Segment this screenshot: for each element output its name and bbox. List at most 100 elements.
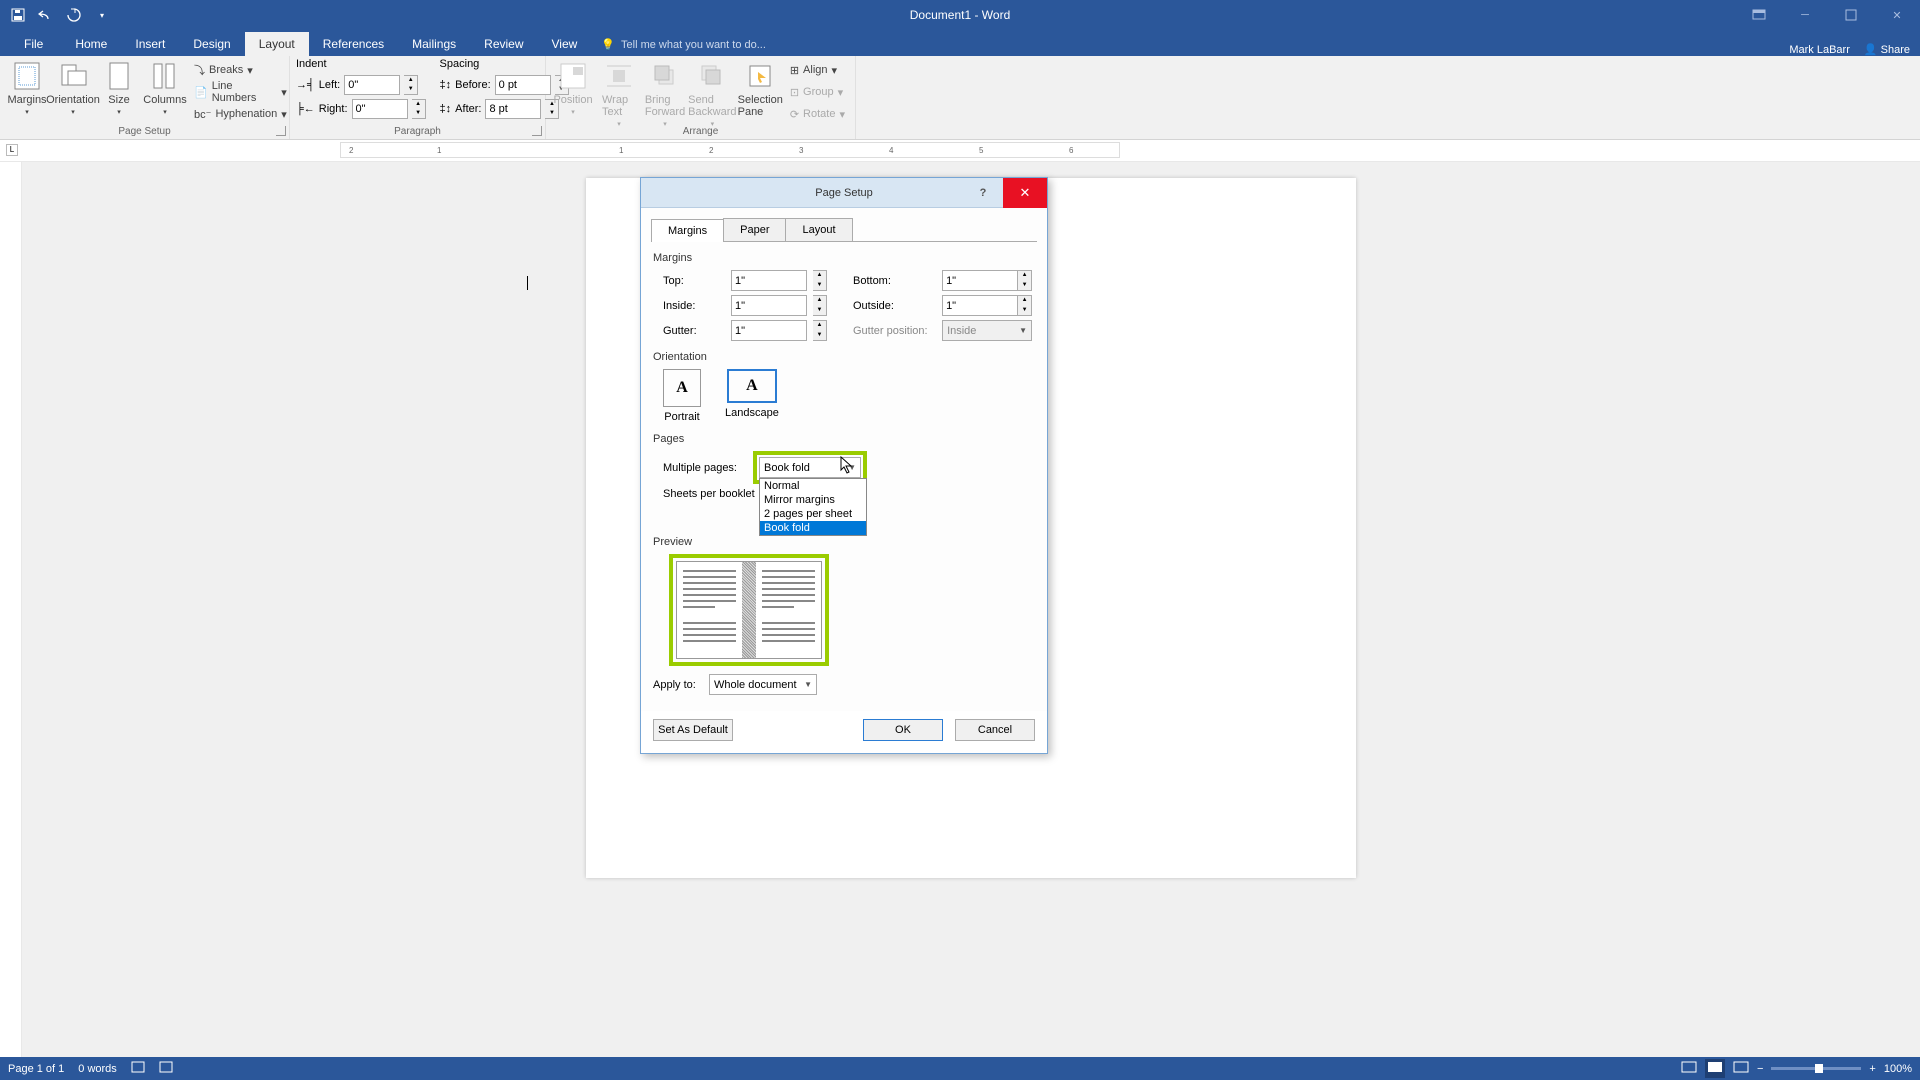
wrap-text-button: Wrap Text▾ (598, 58, 640, 130)
ruler-corner[interactable]: L (6, 144, 18, 156)
zoom-in-icon[interactable]: + (1869, 1063, 1875, 1075)
position-button: Position▾ (552, 58, 594, 118)
selection-pane-label: Selection Pane (738, 94, 783, 118)
dropdown-option-normal[interactable]: Normal (760, 479, 866, 493)
ruler-area: L 2 1 1 2 3 4 5 6 (0, 140, 1920, 162)
spacing-after-input[interactable] (485, 99, 541, 119)
spinner[interactable]: ▲▼ (404, 75, 418, 95)
size-button[interactable]: Size▾ (98, 58, 140, 118)
margin-top-label: Top: (663, 275, 725, 287)
read-mode-icon[interactable] (1681, 1061, 1697, 1076)
margin-gutter-input[interactable] (731, 320, 807, 341)
tab-design[interactable]: Design (179, 32, 244, 56)
selection-pane-button[interactable]: Selection Pane (739, 58, 782, 120)
margin-bottom-label: Bottom: (853, 275, 939, 287)
page-count[interactable]: Page 1 of 1 (8, 1063, 64, 1075)
multiple-pages-combo[interactable]: Book fold▼ (759, 457, 861, 478)
orientation-landscape[interactable]: ALandscape (725, 369, 779, 423)
qat-customize-icon[interactable]: ▾ (92, 5, 112, 25)
bring-forward-button: Bring Forward▾ (644, 58, 686, 130)
dialog-help-icon[interactable]: ? (963, 187, 1003, 199)
dialog-close-icon[interactable]: ✕ (1003, 178, 1047, 208)
cancel-button[interactable]: Cancel (955, 719, 1035, 741)
set-as-default-button[interactable]: Set As Default (653, 719, 733, 741)
indent-left-field[interactable]: →╡Left:▲▼ (296, 74, 426, 96)
columns-button[interactable]: Columns▾ (144, 58, 186, 118)
zoom-slider[interactable] (1771, 1067, 1861, 1070)
align-button[interactable]: ⊞Align ▾ (786, 60, 849, 80)
tab-insert[interactable]: Insert (121, 32, 179, 56)
tab-view[interactable]: View (538, 32, 592, 56)
hyphenation-button[interactable]: bc⁻Hyphenation ▾ (190, 104, 291, 124)
spinner[interactable]: ▲▼ (1018, 270, 1032, 291)
undo-icon[interactable] (36, 5, 56, 25)
line-numbers-button[interactable]: 📄Line Numbers ▾ (190, 82, 291, 102)
group-obj-label: Group (803, 86, 834, 98)
margin-top-input[interactable] (731, 270, 807, 291)
user-name[interactable]: Mark LaBarr (1789, 44, 1850, 56)
tab-layout[interactable]: Layout (245, 32, 309, 56)
dialog-titlebar[interactable]: Page Setup ? ✕ (641, 178, 1047, 208)
tab-references[interactable]: References (309, 32, 398, 56)
spinner[interactable]: ▲▼ (813, 320, 827, 341)
indent-right-field[interactable]: ╞←Right:▲▼ (296, 98, 426, 120)
document-title: Document1 - Word (910, 8, 1010, 22)
share-button[interactable]: 👤 Share (1864, 43, 1910, 56)
ribbon-display-icon[interactable] (1736, 0, 1782, 30)
spell-check-icon[interactable] (131, 1061, 145, 1076)
apply-to-combo[interactable]: Whole document▼ (709, 674, 817, 695)
margin-inside-input[interactable] (731, 295, 807, 316)
page-setup-launcher[interactable] (276, 126, 286, 136)
ok-button[interactable]: OK (863, 719, 943, 741)
spinner[interactable]: ▲▼ (813, 270, 827, 291)
paragraph-launcher[interactable] (532, 126, 542, 136)
ruler-mark: 4 (889, 146, 893, 155)
indent-right-input[interactable] (352, 99, 408, 119)
horizontal-ruler[interactable]: 2 1 1 2 3 4 5 6 (340, 142, 1120, 158)
zoom-level[interactable]: 100% (1884, 1063, 1912, 1075)
tab-home[interactable]: Home (61, 32, 121, 56)
landscape-label: Landscape (725, 407, 779, 419)
macro-icon[interactable] (159, 1061, 173, 1076)
maximize-icon[interactable] (1828, 0, 1874, 30)
tab-file[interactable]: File (6, 32, 61, 56)
spinner[interactable]: ▲▼ (1018, 295, 1032, 316)
dialog-tab-paper[interactable]: Paper (723, 218, 786, 241)
print-layout-icon[interactable] (1705, 1059, 1725, 1078)
tell-me-placeholder: Tell me what you want to do... (621, 39, 766, 51)
tab-review[interactable]: Review (470, 32, 537, 56)
dropdown-option-bookfold[interactable]: Book fold (760, 521, 866, 535)
dropdown-option-mirror[interactable]: Mirror margins (760, 493, 866, 507)
dropdown-option-2pages[interactable]: 2 pages per sheet (760, 507, 866, 521)
spinner[interactable]: ▲▼ (813, 295, 827, 316)
web-layout-icon[interactable] (1733, 1061, 1749, 1076)
chevron-down-icon: ▼ (804, 680, 812, 689)
ruler-mark: 1 (619, 146, 623, 155)
margin-bottom-input[interactable] (942, 270, 1018, 291)
indent-left-input[interactable] (344, 75, 400, 95)
hyphenation-label: Hyphenation (215, 108, 277, 120)
save-icon[interactable] (8, 5, 28, 25)
word-count[interactable]: 0 words (78, 1063, 117, 1075)
orientation-section-label: Orientation (653, 351, 1035, 363)
spacing-before-input[interactable] (495, 75, 551, 95)
zoom-out-icon[interactable]: − (1757, 1063, 1763, 1075)
margins-button[interactable]: Margins▾ (6, 58, 48, 118)
dialog-tab-margins[interactable]: Margins (651, 219, 724, 242)
breaks-button[interactable]: ⤵Breaks ▾ (190, 60, 291, 80)
spinner[interactable]: ▲▼ (412, 99, 426, 119)
tell-me-search[interactable]: 💡 Tell me what you want to do... (591, 33, 776, 56)
send-backward-label: Send Backward (688, 94, 736, 118)
margin-outside-input[interactable] (942, 295, 1018, 316)
minimize-icon[interactable]: ─ (1782, 0, 1828, 30)
tab-mailings[interactable]: Mailings (398, 32, 470, 56)
orientation-portrait[interactable]: APortrait (663, 369, 701, 423)
align-label: Align (803, 64, 827, 76)
orientation-button[interactable]: Orientation▾ (52, 58, 94, 118)
multiple-pages-value: Book fold (764, 462, 810, 474)
redo-icon[interactable] (64, 5, 84, 25)
ribbon: Margins▾ Orientation▾ Size▾ Columns▾ ⤵Br… (0, 56, 1920, 140)
vertical-ruler[interactable] (0, 162, 22, 1057)
close-icon[interactable]: ✕ (1874, 0, 1920, 30)
dialog-tab-layout[interactable]: Layout (785, 218, 852, 241)
